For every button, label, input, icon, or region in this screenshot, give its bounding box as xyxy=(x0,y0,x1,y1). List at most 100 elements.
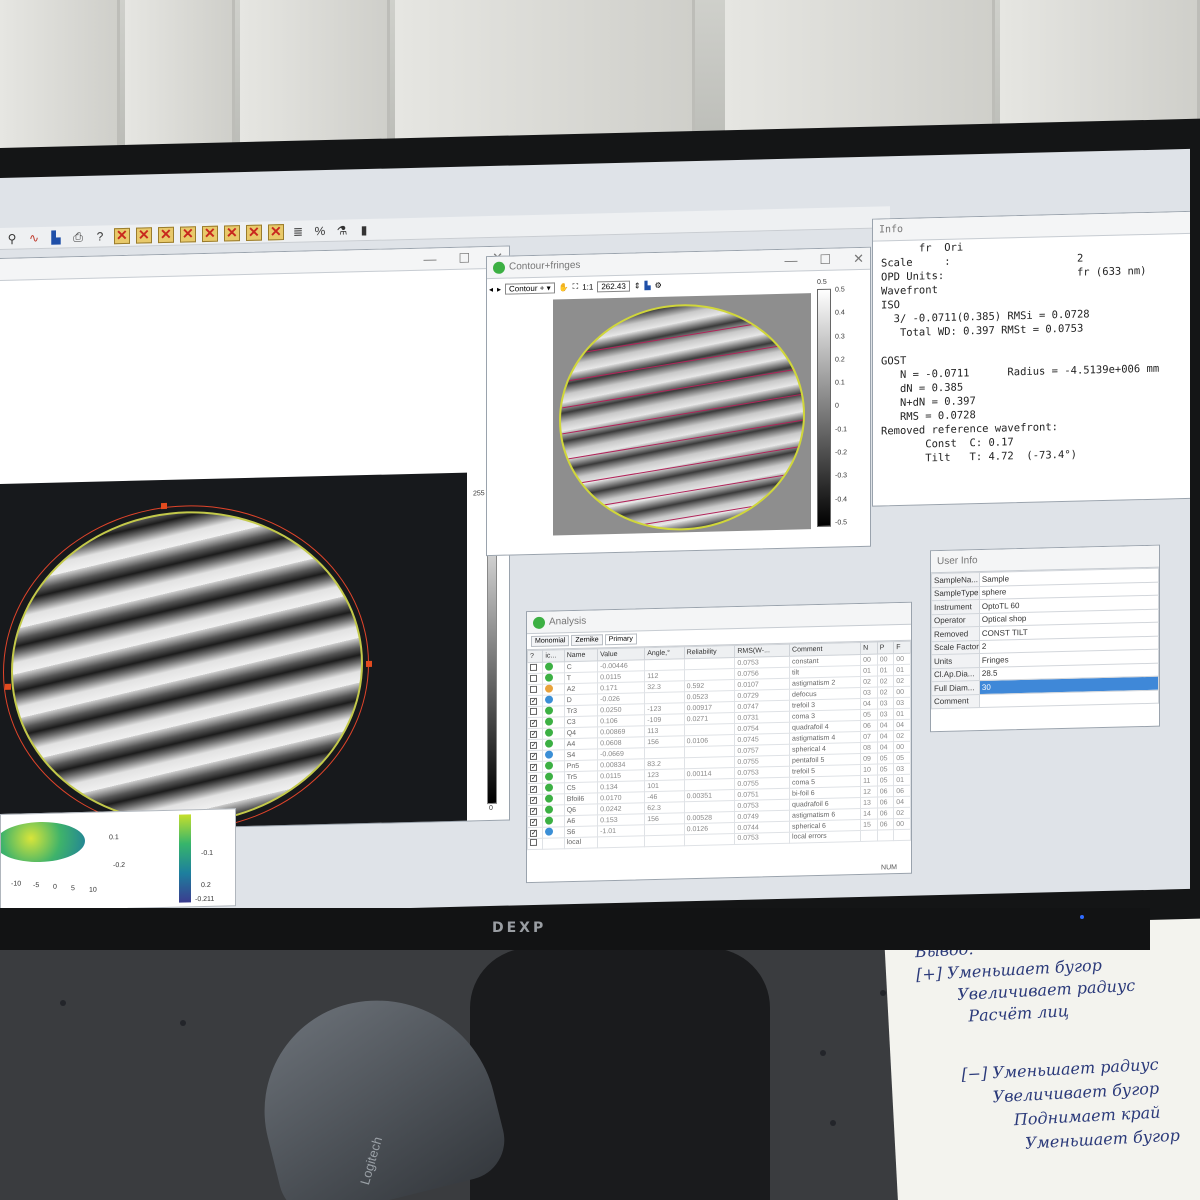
row-checkbox[interactable] xyxy=(530,839,537,847)
maximize-icon[interactable]: ☐ xyxy=(819,249,831,271)
histogram-icon[interactable]: ▙ xyxy=(645,281,651,290)
next-icon[interactable]: ▸ xyxy=(497,284,501,293)
cell-n: 15 xyxy=(860,819,878,831)
row-checkbox[interactable]: ✓ xyxy=(530,697,537,705)
row-checkbox-cell[interactable]: ✓ xyxy=(527,805,543,817)
remove-term-icon[interactable] xyxy=(114,227,130,244)
contour-map[interactable] xyxy=(553,293,811,536)
help-icon[interactable]: ? xyxy=(92,228,108,244)
row-checkbox[interactable]: ✓ xyxy=(530,829,537,837)
row-checkbox[interactable]: ✓ xyxy=(530,719,537,727)
row-icon-cell xyxy=(542,826,565,839)
cell-f: 06 xyxy=(893,785,911,797)
row-checkbox[interactable]: ✓ xyxy=(530,818,537,826)
column-header[interactable]: N xyxy=(860,642,878,655)
minimize-icon[interactable]: — xyxy=(423,248,436,270)
column-header[interactable]: Name xyxy=(564,648,598,662)
row-checkbox[interactable] xyxy=(530,685,537,693)
remove-term-icon[interactable] xyxy=(268,223,284,240)
analysis-title: Analysis xyxy=(549,615,587,628)
colorbar-tick: 0.1 xyxy=(835,379,845,387)
app-icon xyxy=(533,616,545,629)
zernike-term-icon xyxy=(545,772,554,781)
remove-term-icon[interactable] xyxy=(202,225,218,242)
column-header[interactable]: ? xyxy=(527,650,543,663)
row-checkbox-cell[interactable]: ✓ xyxy=(527,728,543,740)
row-checkbox-cell[interactable] xyxy=(527,673,543,685)
row-checkbox[interactable]: ✓ xyxy=(530,741,537,749)
column-header[interactable]: Angle,° xyxy=(644,646,685,660)
row-checkbox-cell[interactable]: ✓ xyxy=(527,794,543,806)
tab-zernike[interactable]: Zernike xyxy=(571,634,603,647)
cell-n: 05 xyxy=(860,709,878,721)
tab-primary[interactable]: Primary xyxy=(604,633,637,646)
row-checkbox-cell[interactable] xyxy=(527,662,543,674)
maximize-icon[interactable]: ☐ xyxy=(458,248,470,270)
row-checkbox-cell[interactable]: ✓ xyxy=(527,761,543,773)
fit-icon[interactable]: ⛶ xyxy=(573,282,579,292)
aperture-handle[interactable] xyxy=(5,683,11,690)
row-checkbox[interactable] xyxy=(530,663,537,671)
aperture-handle[interactable] xyxy=(161,502,167,510)
tab-monomial[interactable]: Monomial xyxy=(531,635,570,648)
row-checkbox[interactable] xyxy=(530,707,537,715)
remove-term-icon[interactable] xyxy=(180,225,196,243)
row-checkbox-cell[interactable] xyxy=(527,684,543,696)
row-checkbox-cell[interactable] xyxy=(527,706,543,718)
column-header[interactable]: F xyxy=(893,641,911,654)
row-checkbox[interactable]: ✓ xyxy=(530,763,537,771)
cell-comment: local errors xyxy=(789,830,861,843)
row-checkbox[interactable]: ✓ xyxy=(530,785,537,793)
zernike-term-icon xyxy=(545,706,554,715)
histogram-icon[interactable]: ▙ xyxy=(48,229,64,245)
zoom-input[interactable]: 262.43 xyxy=(597,280,630,292)
scale-icon[interactable]: ⚲ xyxy=(4,230,20,246)
battery-icon[interactable]: ▮ xyxy=(356,221,372,237)
list-icon[interactable]: ≣ xyxy=(290,223,306,239)
remove-term-icon[interactable] xyxy=(158,226,174,243)
row-checkbox-cell[interactable]: ✓ xyxy=(527,816,543,828)
user-info-table: SampleNa... Sample SampleType sphere Instrum… xyxy=(931,568,1159,710)
row-checkbox[interactable]: ✓ xyxy=(530,774,537,782)
plot-icon[interactable]: ∿ xyxy=(26,229,42,245)
row-checkbox-cell[interactable]: ✓ xyxy=(527,695,543,707)
hand-icon[interactable]: ✋ xyxy=(559,283,569,292)
filter-icon[interactable]: ⚗ xyxy=(334,222,350,238)
row-checkbox[interactable]: ✓ xyxy=(530,730,537,738)
remove-term-icon[interactable] xyxy=(136,226,152,244)
user-info-key: SampleNa... xyxy=(931,572,980,588)
close-icon[interactable]: ✕ xyxy=(853,248,864,270)
row-checkbox[interactable]: ✓ xyxy=(530,752,537,760)
mode-select[interactable]: Contour + ▾ xyxy=(505,281,555,295)
fringe-image[interactable] xyxy=(0,472,467,833)
row-checkbox[interactable]: ✓ xyxy=(530,796,537,804)
percent-icon[interactable]: % xyxy=(312,222,328,238)
row-checkbox-cell[interactable]: ✓ xyxy=(527,783,543,795)
print-icon[interactable]: ⎙ xyxy=(70,228,86,244)
row-checkbox[interactable] xyxy=(530,674,537,682)
cell-p: 05 xyxy=(877,763,894,776)
prev-icon[interactable]: ◂ xyxy=(489,284,493,293)
cell-rms: 0.0753 xyxy=(734,832,790,845)
spin-icon[interactable]: ⇕ xyxy=(634,281,641,290)
row-checkbox-cell[interactable]: ✓ xyxy=(527,750,543,762)
aperture-handle[interactable] xyxy=(366,660,372,668)
main-toolbar: ⚲ ∿ ▙ ⎙ ? ≣ % ⚗ ▮ xyxy=(0,206,890,250)
surface-axis-tick: -10 xyxy=(11,880,22,888)
remove-term-icon[interactable] xyxy=(224,224,240,242)
settings-icon[interactable]: ⚙ xyxy=(655,280,662,289)
row-checkbox[interactable]: ✓ xyxy=(530,807,537,815)
minimize-icon[interactable]: — xyxy=(784,250,797,272)
column-header[interactable]: ic... xyxy=(542,649,565,663)
cell-name: A6 xyxy=(564,814,598,827)
row-checkbox-cell[interactable]: ✓ xyxy=(527,827,543,839)
row-checkbox-cell[interactable] xyxy=(527,838,543,850)
row-checkbox-cell[interactable]: ✓ xyxy=(527,717,543,729)
remove-term-icon[interactable] xyxy=(246,224,262,241)
row-checkbox-cell[interactable]: ✓ xyxy=(527,739,543,751)
window-controls: — ☐ ✕ xyxy=(784,248,864,272)
column-header[interactable]: P xyxy=(877,641,894,655)
row-checkbox-cell[interactable]: ✓ xyxy=(527,772,543,784)
zoom-1to1-button[interactable]: 1:1 xyxy=(582,282,593,291)
cell-f: 03 xyxy=(893,697,911,709)
